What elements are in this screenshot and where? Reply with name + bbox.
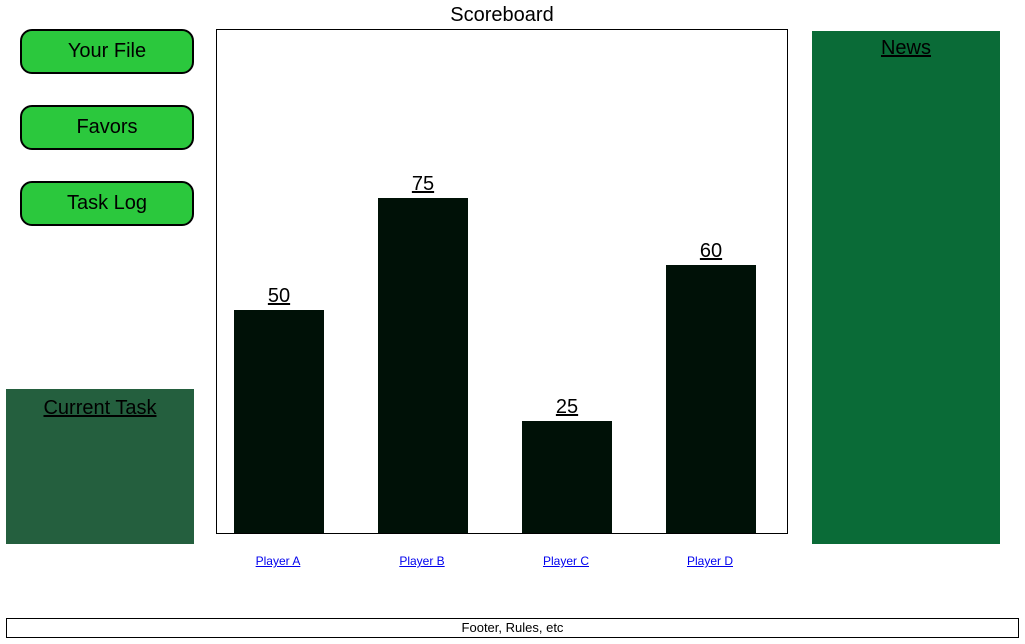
player-link[interactable]: Player D	[687, 554, 733, 568]
player-link[interactable]: Player B	[399, 554, 444, 568]
bar	[378, 198, 468, 533]
current-task-panel: Current Task	[6, 389, 194, 544]
page-title: Scoreboard	[216, 4, 788, 27]
chart-xaxis-labels: Player A Player B Player C Player D	[216, 540, 788, 580]
bar	[522, 421, 612, 533]
bar-wrap: 60	[666, 240, 756, 533]
news-panel: News	[812, 31, 1000, 544]
bar-value-label: 50	[234, 285, 324, 308]
footer: Footer, Rules, etc	[6, 618, 1019, 638]
favors-button[interactable]: Favors	[20, 105, 194, 150]
bar-wrap: 25	[522, 396, 612, 533]
news-label: News	[881, 37, 931, 60]
bar-wrap: 75	[378, 173, 468, 533]
bar	[234, 310, 324, 533]
bar-wrap: 50	[234, 285, 324, 533]
current-task-label: Current Task	[43, 397, 156, 420]
scoreboard-chart: 50 75 25 60	[216, 29, 788, 534]
sidebar-left: Your File Favors Task Log	[20, 29, 200, 257]
xaxis-label: Player C	[521, 552, 611, 570]
xaxis-label: Player A	[233, 552, 323, 570]
bar-value-label: 75	[378, 173, 468, 196]
bar-value-label: 25	[522, 396, 612, 419]
your-file-button[interactable]: Your File	[20, 29, 194, 74]
player-link[interactable]: Player A	[256, 554, 301, 568]
task-log-button[interactable]: Task Log	[20, 181, 194, 226]
xaxis-label: Player D	[665, 552, 755, 570]
xaxis-label: Player B	[377, 552, 467, 570]
bar-value-label: 60	[666, 240, 756, 263]
bar	[666, 265, 756, 533]
player-link[interactable]: Player C	[543, 554, 589, 568]
